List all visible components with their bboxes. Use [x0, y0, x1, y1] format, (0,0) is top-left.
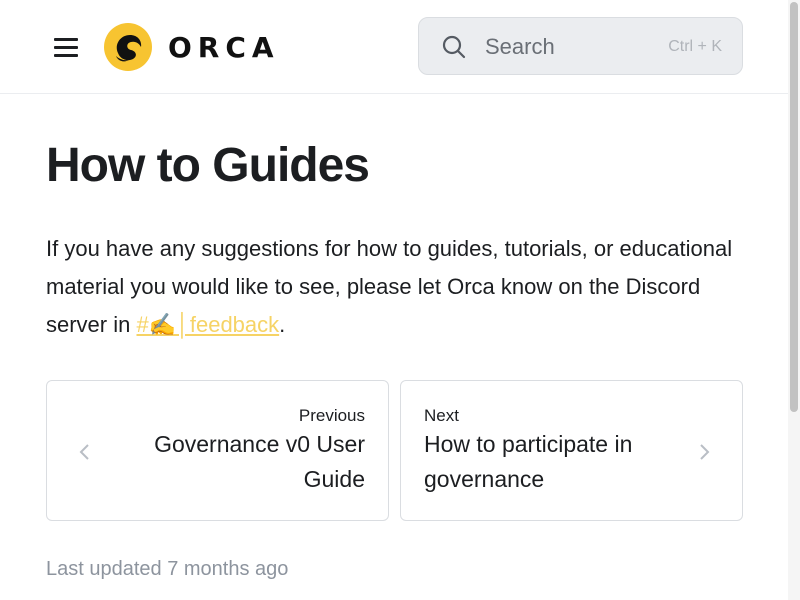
search-icon: [442, 35, 466, 59]
pagination-prev-link[interactable]: Previous Governance v0 User Guide: [46, 380, 389, 521]
feedback-channel-link[interactable]: #✍️│feedback: [136, 312, 279, 337]
scrollbar[interactable]: [788, 0, 800, 600]
pagination-next-label: How to participate in governance: [424, 431, 633, 492]
logo-text: ORCA: [168, 30, 280, 64]
navbar: ORCA Search Ctrl + K: [0, 0, 788, 94]
logo-link[interactable]: ORCA: [104, 22, 280, 72]
orca-logo-icon: [104, 23, 152, 71]
search-placeholder: Search: [485, 34, 555, 59]
page-title: How to Guides: [46, 139, 370, 192]
search-shortcut: Ctrl + K: [668, 38, 722, 55]
intro-paragraph: If you have any suggestions for how to g…: [46, 230, 766, 344]
pagination-prev-sublabel: Previous: [298, 406, 365, 425]
scrollbar-thumb[interactable]: [790, 2, 798, 412]
hamburger-menu-button[interactable]: [50, 32, 82, 62]
hamburger-menu-icon: [54, 38, 78, 41]
pagination-next-sublabel: Next: [424, 406, 459, 425]
search-box[interactable]: Search Ctrl + K: [418, 17, 743, 75]
chevron-left-icon: [79, 444, 89, 460]
chevron-right-icon: [700, 444, 710, 460]
pagination-next-link[interactable]: Next How to participate in governance: [400, 380, 743, 521]
last-updated: Last updated 7 months ago: [46, 558, 289, 580]
pagination-prev-label: Governance v0 User Guide: [154, 431, 365, 492]
intro-end: .: [279, 312, 286, 337]
